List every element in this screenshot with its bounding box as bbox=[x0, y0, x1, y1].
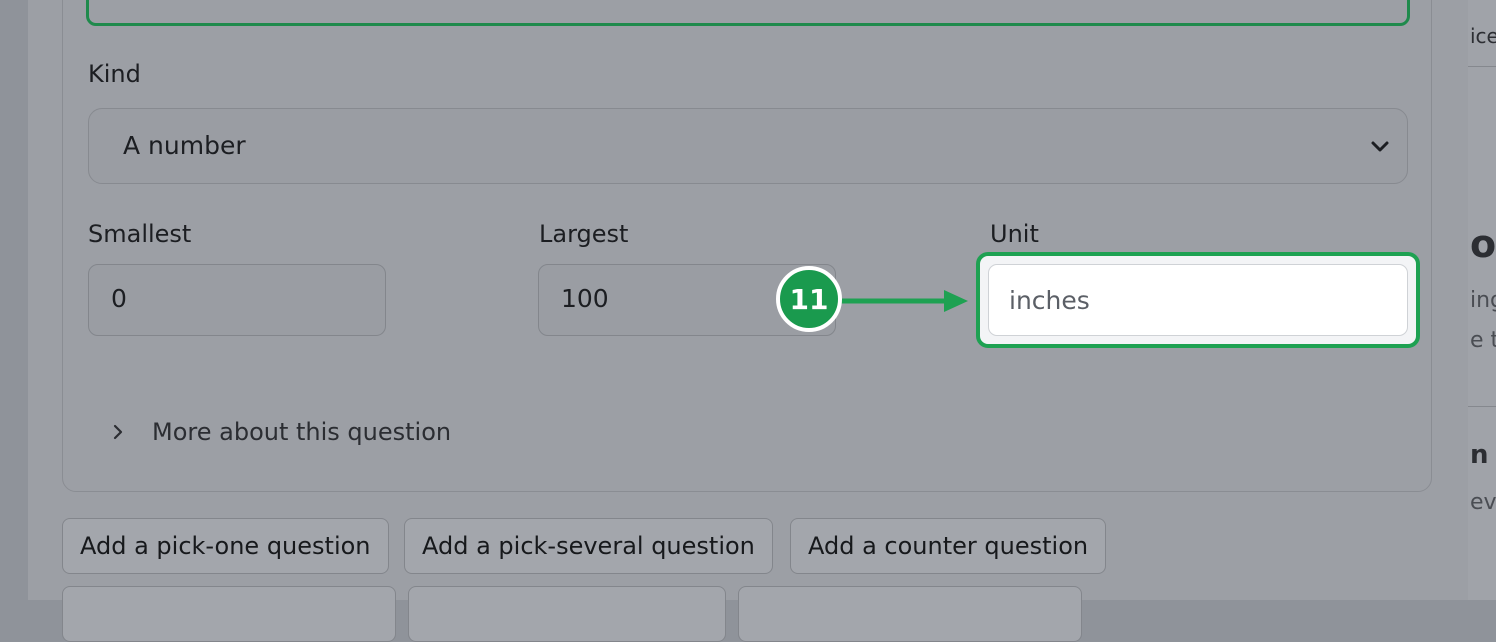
add-pick-one-button[interactable]: Add a pick-one question bbox=[62, 518, 389, 574]
add-question-button[interactable] bbox=[738, 586, 1082, 642]
add-question-button[interactable] bbox=[408, 586, 726, 642]
kind-label: Kind bbox=[88, 60, 141, 88]
smallest-value: 0 bbox=[111, 284, 127, 313]
largest-label: Largest bbox=[539, 220, 629, 248]
question-text-field[interactable] bbox=[86, 0, 1410, 26]
more-about-toggle[interactable]: More about this question bbox=[108, 418, 451, 446]
smallest-label: Smallest bbox=[88, 220, 192, 248]
largest-value: 100 bbox=[561, 284, 609, 313]
step-badge: 11 bbox=[776, 266, 842, 332]
unit-label: Unit bbox=[990, 220, 1039, 248]
unit-highlight bbox=[976, 252, 1420, 348]
question-editor-modal: Kind A number Smallest 0 Largest 100 Uni… bbox=[28, 0, 1468, 642]
background-text: o bbox=[1470, 222, 1496, 266]
background-text: ice bbox=[1470, 24, 1496, 48]
kind-select[interactable]: A number bbox=[88, 108, 1408, 184]
smallest-input[interactable]: 0 bbox=[88, 264, 386, 336]
background-text: eve bbox=[1470, 490, 1496, 515]
kind-selected-value: A number bbox=[123, 131, 246, 160]
pointer-arrow-icon bbox=[840, 290, 968, 312]
more-about-label: More about this question bbox=[152, 418, 452, 446]
chevron-down-icon bbox=[1371, 141, 1389, 152]
add-pick-several-button[interactable]: Add a pick-several question bbox=[404, 518, 773, 574]
background-text: n s bbox=[1470, 440, 1496, 470]
add-question-button[interactable] bbox=[62, 586, 396, 642]
background-page: ice o ing e th n s eve bbox=[1468, 0, 1496, 600]
unit-input[interactable] bbox=[988, 264, 1408, 336]
background-text: ing bbox=[1470, 288, 1496, 313]
chevron-right-icon bbox=[113, 424, 123, 440]
background-text: e th bbox=[1470, 328, 1496, 353]
add-counter-button[interactable]: Add a counter question bbox=[790, 518, 1107, 574]
